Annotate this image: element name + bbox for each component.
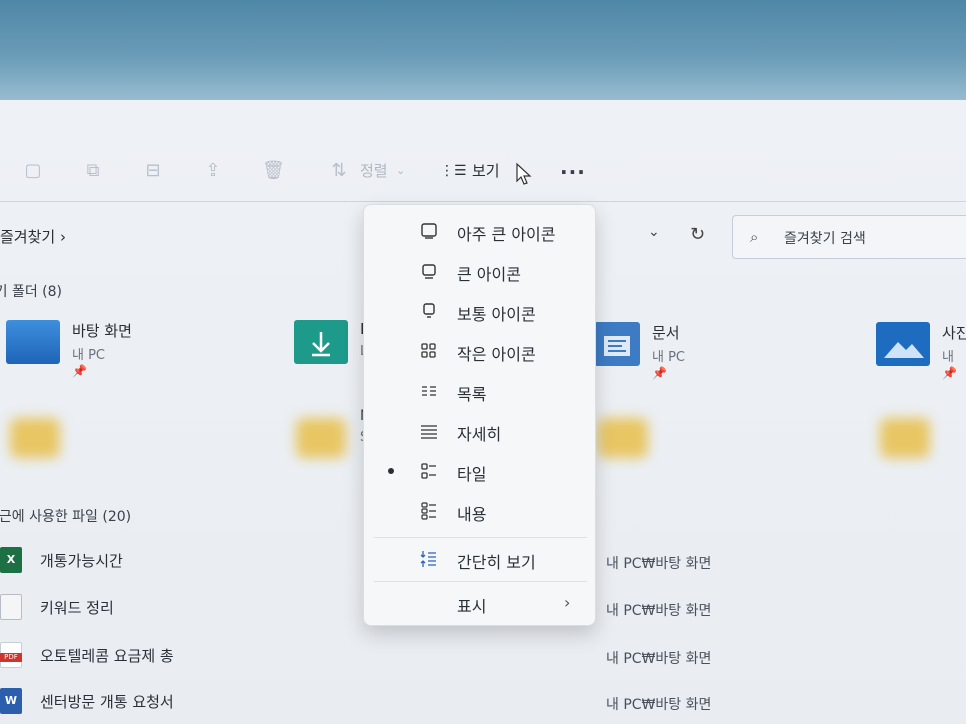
recent-files-header[interactable]: 최근에 사용한 파일 (20) (0, 506, 131, 526)
menu-item-list[interactable]: 목록 (364, 373, 597, 409)
menu-divider (374, 581, 587, 582)
refresh-icon[interactable]: ↻ (690, 224, 705, 245)
menu-item-label: 간단히 보기 (457, 553, 536, 572)
pin-icon: 📌 (942, 366, 957, 380)
menu-item-label: 작은 아이콘 (457, 345, 536, 364)
cut-icon[interactable]: ▢ (22, 160, 44, 182)
view-menu: 아주 큰 아이콘 큰 아이콘 보통 아이콘 작은 아이콘 목록 자세히 타일 내… (363, 204, 596, 626)
menu-divider (374, 537, 587, 538)
blurred-folder-icon (880, 418, 930, 458)
selected-indicator (388, 468, 394, 474)
sort-icon[interactable]: ⇅ (328, 160, 350, 182)
tiles-icon (421, 463, 436, 479)
menu-item-tiles[interactable]: 타일 (364, 453, 597, 489)
pictures-folder-icon (876, 322, 930, 366)
favorites-header[interactable]: 즐겨찾기 폴더 (8) (0, 281, 62, 301)
menu-item-label: 목록 (457, 385, 487, 404)
search-icon: ⌕ (750, 228, 759, 246)
favorite-folder-desktop[interactable]: 바탕 화면 내 PC 📌 (6, 320, 206, 380)
more-options-button[interactable]: ··· (560, 160, 586, 184)
documents-folder-icon (594, 322, 640, 366)
chevron-right-icon: › (564, 593, 571, 612)
sort-chevron-icon[interactable]: ⌄ (396, 160, 405, 182)
compact-view-icon (420, 551, 436, 567)
file-name: 센터방문 개통 요청서 (40, 693, 174, 711)
copy-icon[interactable]: ⧉ (82, 160, 104, 182)
file-name: 개통가능시간 (40, 552, 123, 570)
menu-item-label: 아주 큰 아이콘 (457, 225, 556, 244)
breadcrumb[interactable]: 즐겨찾기 › (0, 222, 66, 252)
text-file-icon (0, 594, 22, 620)
excel-icon: X (0, 547, 22, 573)
folder-name: 바탕 화면 (72, 322, 132, 340)
pin-icon: 📌 (72, 364, 87, 378)
file-name: 오토텔레콤 요금제 총 (40, 647, 174, 665)
content-icon (421, 502, 436, 520)
menu-item-small-icons[interactable]: 작은 아이콘 (364, 333, 597, 369)
view-button[interactable]: 보기 (472, 160, 500, 182)
list-item[interactable]: W 센터방문 개통 요청서 (0, 686, 560, 716)
menu-item-compact-view[interactable]: 간단히 보기 (364, 541, 597, 577)
search-placeholder: 즐겨찾기 검색 (784, 231, 866, 247)
desktop-folder-icon (6, 320, 60, 364)
medium-icons-icon (423, 303, 435, 318)
file-location: 내 PC₩바탕 화면 (606, 697, 712, 713)
favorite-folder-documents[interactable]: 문서 내 PC 📌 (594, 322, 794, 382)
menu-item-content[interactable]: 내용 (364, 493, 597, 529)
menu-item-label: 내용 (457, 505, 487, 524)
folder-name: 문서 (652, 324, 680, 342)
sort-button[interactable]: 정렬 (360, 160, 388, 182)
menu-item-show[interactable]: 표시 › (364, 585, 597, 621)
menu-item-medium-icons[interactable]: 보통 아이콘 (364, 293, 597, 329)
file-location: 내 PC₩바탕 화면 (606, 651, 712, 667)
details-icon (421, 425, 437, 439)
menu-item-large-icons[interactable]: 큰 아이콘 (364, 253, 597, 289)
blurred-folder-icon (296, 418, 346, 458)
extra-large-icons-icon (421, 223, 437, 239)
word-icon: W (0, 688, 22, 714)
large-icons-icon (422, 264, 436, 279)
menu-item-label: 자세히 (457, 425, 502, 444)
menu-item-details[interactable]: 자세히 (364, 413, 597, 449)
share-icon[interactable]: ⇪ (202, 160, 224, 182)
folder-location: 내 PC (72, 348, 106, 363)
menu-item-extra-large-icons[interactable]: 아주 큰 아이콘 (364, 213, 597, 249)
blurred-folder-icon (598, 418, 648, 458)
pin-icon: 📌 (652, 366, 667, 380)
favorite-folder-pictures[interactable]: 사진 내 📌 (876, 322, 966, 382)
folder-location: 내 PC (652, 350, 686, 365)
file-location: 내 PC₩바탕 화면 (606, 556, 712, 572)
menu-item-label: 큰 아이콘 (457, 265, 521, 284)
small-icons-icon (421, 343, 436, 358)
delete-icon[interactable]: 🗑 (262, 160, 285, 182)
rename-icon[interactable]: ⊟ (142, 160, 164, 182)
menu-item-label: 표시 (457, 597, 487, 616)
menu-item-label: 타일 (457, 465, 487, 484)
file-location: 내 PC₩바탕 화면 (606, 603, 712, 619)
address-history-chevron-icon[interactable]: ⌄ (648, 224, 660, 240)
mouse-cursor-icon (516, 162, 532, 185)
list-item[interactable]: PDF 오토텔레콤 요금제 총 (0, 640, 560, 670)
download-folder-icon (294, 320, 348, 364)
background-wall (0, 0, 966, 104)
list-icon (422, 386, 436, 396)
folder-name: 사진 (942, 324, 966, 342)
blurred-folder-icon (10, 418, 60, 458)
file-name: 키워드 정리 (40, 599, 114, 617)
view-icon[interactable]: ⋮☰ (440, 160, 467, 182)
pdf-icon: PDF (0, 642, 22, 668)
menu-item-label: 보통 아이콘 (457, 305, 536, 324)
folder-location: 내 (942, 350, 954, 365)
